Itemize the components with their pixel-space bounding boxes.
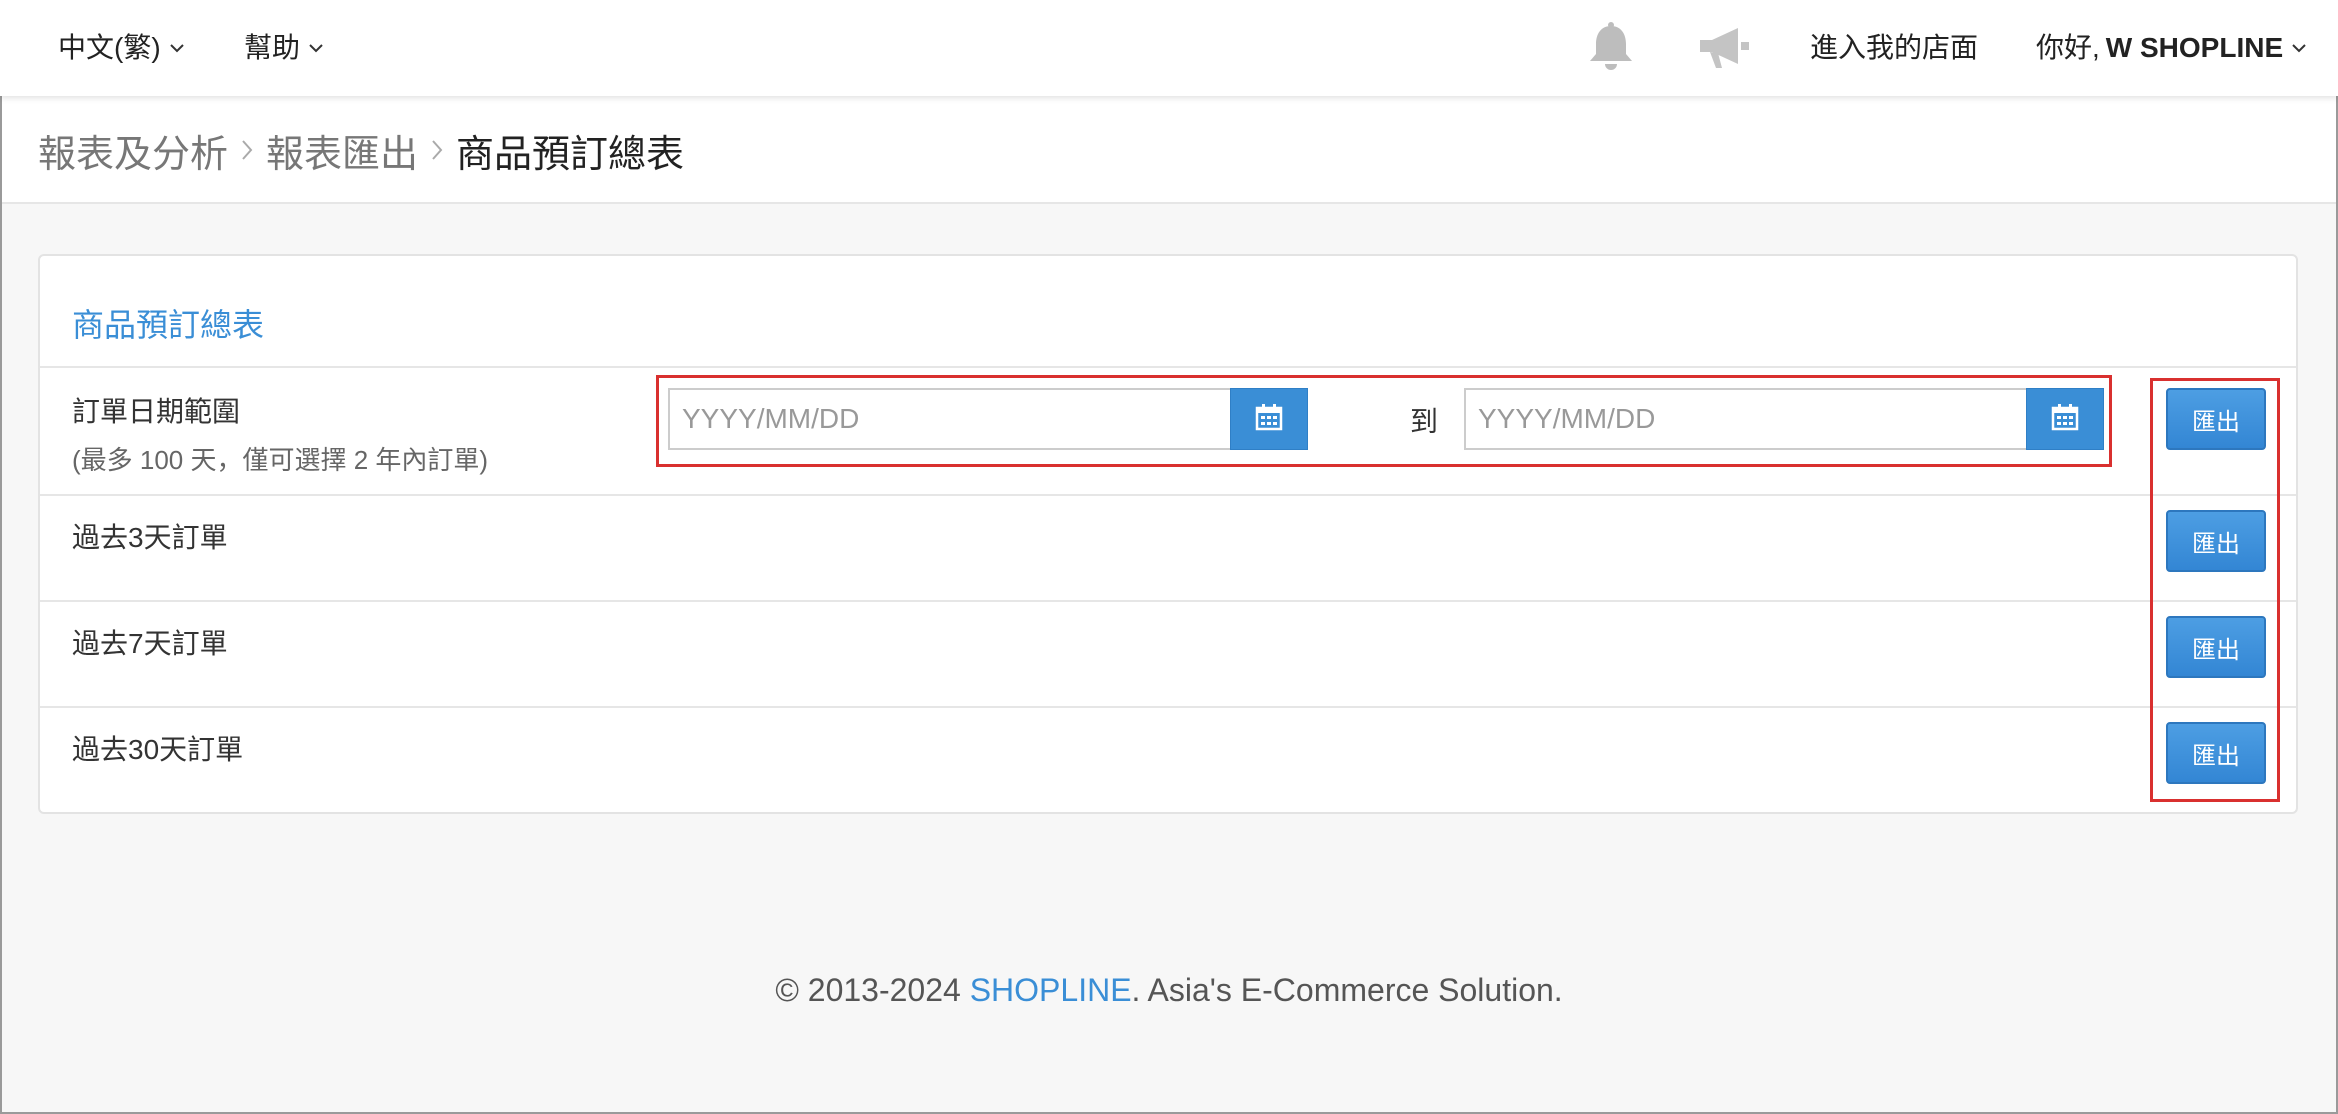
language-label: 中文(繁) [58,32,161,63]
top-navbar: 中文(繁) 幫助 進入我的店面 你好, W SHOPLINE [0,0,2338,96]
end-date-calendar-button[interactable] [2026,388,2104,450]
chevron-right-icon [418,131,456,169]
greeting-text: 你好, [2036,32,2100,63]
chevron-right-icon [228,131,266,169]
start-date-input[interactable] [668,388,1268,450]
start-date-calendar-button[interactable] [1230,388,1308,450]
date-range-hint: (最多 100 天，僅可選擇 2 年內訂單) [72,445,489,475]
export-button-date-range[interactable]: 匯出 [2166,388,2266,450]
past-30-days-label: 過去30天訂單 [72,734,244,765]
calendar-icon [1254,402,1284,437]
breadcrumb-bar: 報表及分析 報表匯出 商品預訂總表 [0,96,2338,204]
storefront-link[interactable]: 進入我的店面 [1810,28,1978,68]
export-button-past-30-days[interactable]: 匯出 [2166,722,2266,784]
calendar-icon [2050,402,2080,437]
footer-tagline: . Asia's E-Commerce Solution. [1131,972,1563,1008]
past-7-days-label: 過去7天訂單 [72,628,228,659]
chevron-down-icon [2289,38,2309,58]
breadcrumb: 報表及分析 報表匯出 商品預訂總表 [38,124,684,176]
user-menu-dropdown[interactable]: 你好, W SHOPLINE [2036,28,2309,68]
storefront-label: 進入我的店面 [1810,32,1979,63]
language-dropdown[interactable]: 中文(繁) [58,28,187,68]
breadcrumb-item-report-export[interactable]: 報表匯出 [266,123,418,178]
chevron-down-icon [306,38,326,58]
bell-icon[interactable] [1584,20,1638,74]
user-name: W SHOPLINE [2105,32,2284,63]
past-3-days-row: 過去3天訂單 匯出 [40,494,2296,600]
past-30-days-row: 過去30天訂單 匯出 [40,706,2296,812]
past-3-days-label: 過去3天訂單 [72,522,228,553]
report-panel: 商品預訂總表 訂單日期範圍 (最多 100 天，僅可選擇 2 年內訂單) 到 [38,254,2298,814]
end-date-input[interactable] [1464,388,2064,450]
help-dropdown[interactable]: 幫助 [244,28,326,68]
chevron-down-icon [167,38,187,58]
date-range-row: 訂單日期範圍 (最多 100 天，僅可選擇 2 年內訂單) 到 [40,366,2296,494]
breadcrumb-item-reports[interactable]: 報表及分析 [38,123,228,178]
megaphone-icon[interactable] [1694,20,1752,74]
export-button-past-7-days[interactable]: 匯出 [2166,616,2266,678]
footer: © 2013-2024 SHOPLINE. Asia's E-Commerce … [0,972,2338,1009]
date-range-to-label: 到 [1410,406,1439,437]
footer-brand-link[interactable]: SHOPLINE [970,972,1132,1008]
date-range-label: 訂單日期範圍 [72,396,241,427]
past-7-days-row: 過去7天訂單 匯出 [40,600,2296,706]
help-label: 幫助 [244,32,301,63]
footer-copyright: © 2013-2024 [775,972,961,1008]
panel-title: 商品預訂總表 [72,307,265,343]
breadcrumb-item-current: 商品預訂總表 [456,133,685,176]
export-button-past-3-days[interactable]: 匯出 [2166,510,2266,572]
